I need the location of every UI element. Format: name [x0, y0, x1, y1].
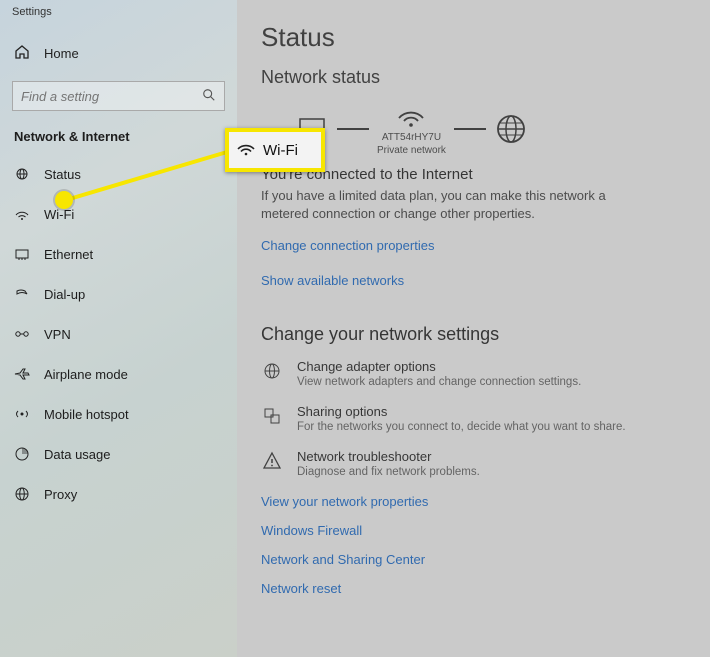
- sidebar-item-label: Airplane mode: [44, 367, 128, 382]
- option-desc: Diagnose and fix network problems.: [297, 466, 480, 478]
- sidebar-item-label: VPN: [44, 327, 71, 342]
- option-troubleshooter[interactable]: Network troubleshooter Diagnose and fix …: [261, 449, 690, 478]
- sidebar-item-label: Mobile hotspot: [44, 407, 129, 422]
- link-show-available-networks[interactable]: Show available networks: [261, 273, 404, 288]
- section-network-status: Network status: [261, 67, 690, 88]
- search-input[interactable]: [12, 81, 225, 111]
- connected-body: If you have a limited data plan, you can…: [261, 187, 641, 222]
- option-title: Change adapter options: [297, 359, 581, 374]
- option-sharing[interactable]: Sharing options For the networks you con…: [261, 404, 690, 433]
- option-desc: For the networks you connect to, decide …: [297, 421, 626, 433]
- proxy-icon: [14, 486, 30, 502]
- datausage-icon: [14, 446, 30, 462]
- option-change-adapter[interactable]: Change adapter options View network adap…: [261, 359, 690, 388]
- home-button[interactable]: Home: [0, 34, 237, 73]
- vpn-icon: [14, 326, 30, 342]
- sidebar: Settings Home Network & Internet Status …: [0, 0, 237, 657]
- sidebar-item-wifi[interactable]: Wi-Fi: [0, 194, 237, 234]
- status-icon: [14, 166, 30, 182]
- diagram-nettype: Private network: [377, 145, 446, 156]
- search-icon: [202, 88, 216, 105]
- sidebar-item-label: Status: [44, 167, 81, 182]
- annotation-callout: Wi-Fi: [225, 128, 325, 172]
- option-title: Sharing options: [297, 404, 626, 419]
- ethernet-icon: [14, 246, 30, 262]
- sharing-icon: [261, 404, 283, 433]
- dialup-icon: [14, 286, 30, 302]
- sidebar-item-datausage[interactable]: Data usage: [0, 434, 237, 474]
- sidebar-item-label: Ethernet: [44, 247, 93, 262]
- page-title: Status: [261, 22, 690, 53]
- category-header: Network & Internet: [0, 111, 237, 154]
- link-windows-firewall[interactable]: Windows Firewall: [261, 523, 690, 538]
- section-change-settings: Change your network settings: [261, 324, 690, 345]
- airplane-icon: [14, 366, 30, 382]
- app-title: Settings: [0, 0, 237, 18]
- adapter-icon: [261, 359, 283, 388]
- sidebar-item-dialup[interactable]: Dial-up: [0, 274, 237, 314]
- option-title: Network troubleshooter: [297, 449, 480, 464]
- home-icon: [14, 44, 30, 63]
- sidebar-item-label: Wi-Fi: [44, 207, 74, 222]
- option-desc: View network adapters and change connect…: [297, 376, 581, 388]
- hotspot-icon: [14, 406, 30, 422]
- link-network-reset[interactable]: Network reset: [261, 581, 690, 596]
- sidebar-item-label: Proxy: [44, 487, 77, 502]
- link-change-connection-properties[interactable]: Change connection properties: [261, 238, 434, 253]
- wifi-icon: [14, 206, 30, 222]
- sidebar-item-hotspot[interactable]: Mobile hotspot: [0, 394, 237, 434]
- sidebar-item-label: Data usage: [44, 447, 111, 462]
- globe-icon: [494, 115, 528, 143]
- annotation-label: Wi-Fi: [263, 142, 298, 159]
- warning-icon: [261, 449, 283, 478]
- sidebar-item-status[interactable]: Status: [0, 154, 237, 194]
- sidebar-item-proxy[interactable]: Proxy: [0, 474, 237, 514]
- link-network-sharing-center[interactable]: Network and Sharing Center: [261, 552, 690, 567]
- sidebar-item-ethernet[interactable]: Ethernet: [0, 234, 237, 274]
- sidebar-item-airplane[interactable]: Airplane mode: [0, 354, 237, 394]
- sidebar-item-label: Dial-up: [44, 287, 85, 302]
- network-diagram: ATT54rHY7U Private network: [295, 102, 690, 156]
- wifi-icon: [394, 102, 428, 130]
- sidebar-item-vpn[interactable]: VPN: [0, 314, 237, 354]
- search-field[interactable]: [21, 89, 202, 104]
- diagram-line: [454, 128, 486, 130]
- diagram-line: [337, 128, 369, 130]
- connected-heading: You're connected to the Internet: [261, 166, 690, 183]
- link-view-network-properties[interactable]: View your network properties: [261, 494, 690, 509]
- content-pane: Status Network status ATT54rHY7U Private…: [237, 0, 710, 657]
- diagram-ssid: ATT54rHY7U: [382, 132, 441, 143]
- home-label: Home: [44, 46, 79, 61]
- annotation-dot: [55, 191, 73, 209]
- wifi-icon: [237, 141, 255, 160]
